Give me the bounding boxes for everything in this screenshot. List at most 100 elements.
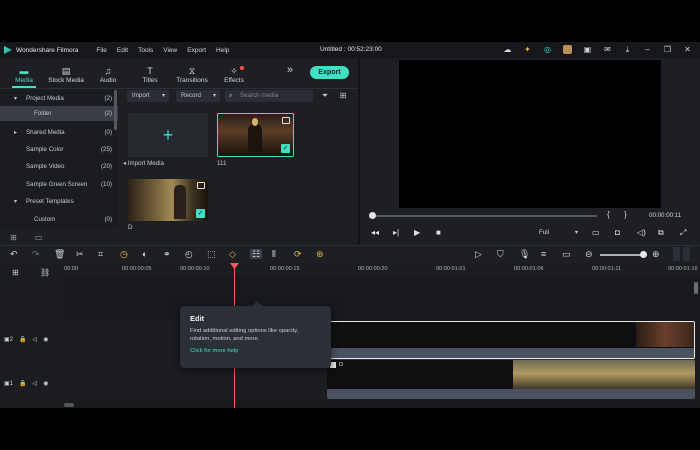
cloud-icon[interactable]: ☁ [503, 45, 512, 54]
tab-stock-media[interactable]: ▤ Stock Media [48, 66, 84, 88]
save-icon[interactable]: ▣ [583, 45, 592, 54]
microphone-icon[interactable]: 🎙 [519, 249, 530, 259]
filter-icon[interactable]: ⏷ [320, 90, 330, 102]
media-thumbnail-d[interactable]: ✓ [128, 179, 208, 221]
render-icon[interactable]: ▷ [475, 249, 482, 259]
zoom-out-icon[interactable]: ⊖ [585, 249, 593, 259]
zoom-slider-handle[interactable] [640, 251, 647, 258]
mail-icon[interactable]: ✉ [603, 45, 612, 54]
ai-effect-icon[interactable]: ⟳ [294, 249, 302, 259]
undo-icon[interactable]: ↶ [10, 249, 18, 259]
menu-export[interactable]: Export [187, 47, 206, 54]
tree-shared-media[interactable]: ▸ Shared Media (0) [0, 125, 118, 140]
close-icon[interactable]: ✕ [683, 45, 692, 54]
tree-sample-video[interactable]: Sample Video (20) [0, 159, 118, 174]
edit-properties-icon[interactable]: ☷ [250, 249, 263, 259]
timeline-clip-d[interactable]: D [327, 359, 695, 399]
import-dropdown[interactable]: Import [127, 90, 169, 102]
headset-icon[interactable]: ◎ [543, 45, 552, 54]
tab-media[interactable]: ▬ Media [6, 66, 42, 88]
pip-icon[interactable]: ⧉ [658, 228, 664, 238]
transitions-icon: ⧖ [188, 66, 196, 76]
new-folder-icon[interactable]: ⊞ [10, 233, 17, 242]
audio-split-icon[interactable]: ⫴ [272, 249, 276, 259]
thumbnail-light [252, 118, 258, 126]
grid-view-icon[interactable]: ⊞ [338, 90, 348, 102]
mute-icon[interactable]: ◁ [33, 380, 38, 387]
search-input[interactable]: ⌕ Search media [225, 90, 313, 102]
tree-preset-templates[interactable]: ▾ Preset Templates [0, 194, 118, 209]
volume-icon[interactable]: ◁) [637, 228, 646, 237]
play-icon[interactable]: ▶ [414, 228, 420, 237]
folder-icon[interactable]: ▭ [35, 233, 43, 242]
tree-folder[interactable]: Folder (2) [0, 106, 118, 121]
avatar[interactable] [563, 45, 572, 54]
tree-project-media[interactable]: ▾ Project Media (2) [0, 91, 118, 106]
shield-icon[interactable]: ⛉ [497, 249, 504, 259]
media-thumbnail-111[interactable]: ✓ [217, 113, 294, 157]
tab-transitions[interactable]: ⧖ Transitions [174, 66, 210, 88]
timeline-vertical-scrollbar[interactable] [694, 282, 698, 294]
tab-audio[interactable]: ♫ Audio [90, 66, 126, 88]
frame-back-icon[interactable]: ▸| [393, 228, 399, 237]
delete-icon[interactable]: 🗑 [54, 249, 65, 259]
tree-sample-color[interactable]: Sample Color (25) [0, 142, 118, 157]
mark-out-button[interactable]: } [624, 210, 627, 219]
subtitle-icon[interactable]: ▭ [562, 249, 571, 259]
layout-toggle-icon[interactable] [683, 247, 690, 261]
more-tabs-chevron-icon[interactable]: » [287, 64, 293, 76]
snapshot-icon[interactable]: ◘ [615, 228, 620, 237]
eye-icon[interactable]: ◉ [43, 336, 48, 343]
cut-icon[interactable]: ✂ [76, 249, 84, 259]
audio-track-icon[interactable]: ≡ [541, 249, 546, 259]
menu-file[interactable]: File [96, 47, 106, 54]
zoom-in-icon[interactable]: ⊕ [652, 249, 660, 259]
menu-help[interactable]: Help [216, 47, 229, 54]
display-icon[interactable]: ▭ [592, 228, 600, 237]
tree-sample-green-screen[interactable]: Sample Green Screen (10) [0, 177, 118, 192]
eye-icon[interactable]: ◉ [43, 380, 48, 387]
layout-toggle-icon[interactable] [673, 247, 680, 261]
import-media-tile[interactable]: + [128, 113, 208, 157]
color-icon[interactable]: ◐ [142, 249, 147, 259]
tab-titles[interactable]: T Titles [132, 66, 168, 88]
lock-icon[interactable]: 🔒 [19, 336, 26, 343]
menu-edit[interactable]: Edit [117, 47, 128, 54]
link-icon[interactable]: ⛓ [40, 268, 50, 277]
scrubber-handle[interactable] [369, 212, 376, 219]
speed-icon[interactable]: ◷ [120, 249, 128, 259]
tab-effects[interactable]: ✧ Effects [216, 66, 252, 88]
preview-quality-dropdown[interactable]: Full [535, 227, 581, 238]
stabilize-icon[interactable]: ⬚ [207, 249, 216, 259]
motion-track-icon[interactable]: ⊛ [316, 249, 324, 259]
lock-icon[interactable]: 🔒 [19, 380, 26, 387]
menu-tools[interactable]: Tools [138, 47, 153, 54]
maximize-icon[interactable]: ❐ [663, 45, 672, 54]
lightbulb-icon[interactable]: ✦ [523, 45, 532, 54]
add-track-icon[interactable]: ⊞ [12, 268, 19, 277]
preview-scrubber[interactable] [372, 215, 597, 217]
tree-custom[interactable]: Custom (0) [0, 212, 118, 227]
minimize-icon[interactable]: – [643, 45, 652, 54]
mark-in-button[interactable]: { [607, 210, 610, 219]
audio-mixer-icon[interactable]: ⚭ [163, 249, 171, 259]
record-dropdown[interactable]: Record [176, 90, 220, 102]
tooltip-help-link[interactable]: Click for more help [190, 348, 321, 354]
crop-icon[interactable]: ⌗ [98, 249, 103, 259]
redo-icon[interactable]: ↷ [32, 249, 40, 259]
timeline-horizontal-scrollbar[interactable] [64, 403, 74, 407]
export-button[interactable]: Export [310, 66, 349, 79]
fullscreen-icon[interactable]: ⤢ [680, 228, 686, 238]
app-name: Wondershare Filmora [16, 46, 79, 54]
stop-icon[interactable]: ■ [436, 228, 441, 237]
tree-scrollbar[interactable] [114, 90, 117, 130]
preview-screen[interactable] [399, 60, 661, 208]
ruler-tick: 00:00:00:15 [270, 266, 300, 272]
download-icon[interactable]: ⤓ [623, 45, 632, 54]
zoom-slider[interactable] [600, 254, 644, 256]
mute-icon[interactable]: ◁ [33, 336, 38, 343]
keyframe-icon[interactable]: ◇ [229, 249, 236, 259]
menu-view[interactable]: View [163, 47, 177, 54]
step-back-icon[interactable]: ◂◂ [371, 228, 379, 237]
duration-icon[interactable]: ◴ [185, 249, 193, 259]
